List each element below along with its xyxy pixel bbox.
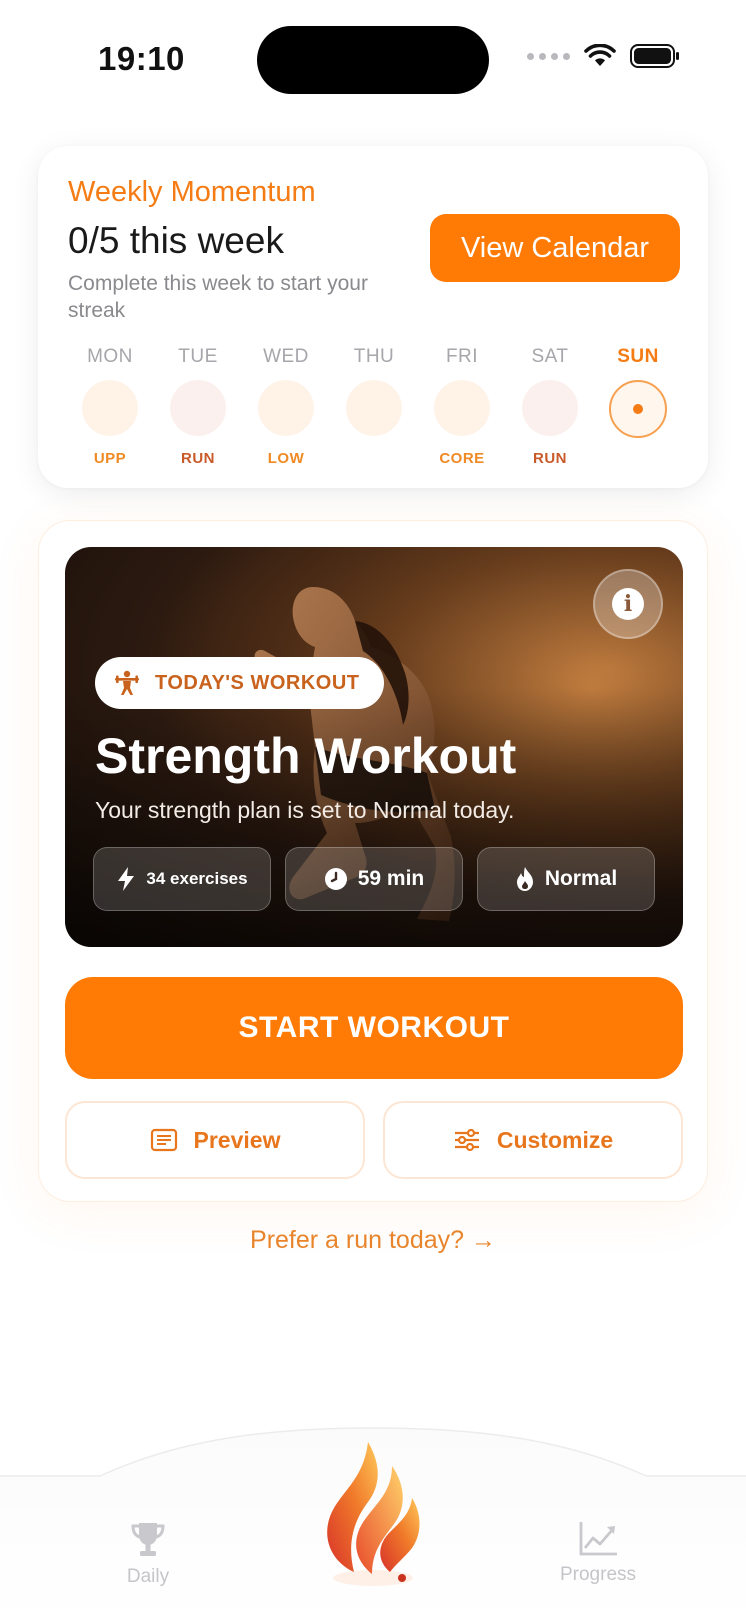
status-icons (527, 44, 680, 68)
weightlifter-icon (115, 670, 139, 695)
day-circle (170, 380, 226, 436)
day-name: THU (353, 346, 395, 367)
flame-icon (516, 867, 533, 891)
day-thu[interactable]: THU (332, 346, 416, 472)
tab-progress-label: Progress (559, 1564, 637, 1585)
day-tag: RUN (181, 450, 215, 467)
weekly-momentum-card: Weekly Momentum 0/5 this week Complete t… (38, 146, 708, 488)
day-name: TUE (178, 346, 218, 367)
workout-info-button[interactable]: i (593, 569, 663, 639)
status-time: 19:10 (98, 40, 185, 77)
view-calendar-button[interactable]: View Calendar (430, 214, 680, 282)
todays-workout-badge: TODAY'S WORKOUT (95, 657, 384, 709)
stat-intensity: Normal (477, 847, 655, 911)
day-circle (346, 380, 402, 436)
stat-intensity-label: Normal (544, 867, 618, 890)
weekly-title: Weekly Momentum (68, 176, 316, 208)
week-days-row: MON UPP TUE RUN WED LOW THU FRI CORE SAT (68, 346, 680, 472)
day-name: MON (87, 346, 133, 367)
todays-workout-card: i TODAY'S WORKOUT Strength Workout Your … (38, 520, 708, 1202)
start-workout-button[interactable]: START WORKOUT (65, 977, 683, 1079)
day-name-today: SUN (617, 346, 659, 367)
day-circle (258, 380, 314, 436)
day-fri[interactable]: FRI CORE (420, 346, 504, 472)
customize-button[interactable]: Customize (383, 1101, 683, 1179)
weekly-count: 0/5 this week (68, 220, 284, 261)
status-bar: 19:10 (0, 0, 746, 120)
day-sun[interactable]: SUN (596, 346, 680, 472)
customize-label: Customize (496, 1126, 614, 1153)
lightning-icon (118, 867, 135, 891)
tab-daily-label: Daily (126, 1566, 170, 1587)
info-icon: i (612, 588, 644, 620)
day-circle (434, 380, 490, 436)
stat-duration-label: 59 min (357, 867, 425, 890)
trophy-icon (131, 1523, 165, 1556)
preview-button[interactable]: Preview (65, 1101, 365, 1179)
prefer-run-link[interactable]: Prefer a run today? → (0, 1226, 746, 1255)
day-tag: CORE (439, 450, 485, 467)
app-flame-logo[interactable] (306, 1440, 440, 1590)
day-sat[interactable]: SAT RUN (508, 346, 592, 472)
list-icon (150, 1128, 177, 1152)
day-name: WED (263, 346, 309, 367)
day-circle (522, 380, 578, 436)
workout-hero[interactable]: i TODAY'S WORKOUT Strength Workout Your … (65, 547, 683, 947)
wifi-icon (584, 44, 616, 66)
battery-icon (630, 44, 679, 68)
workout-title: Strength Workout (95, 728, 517, 784)
tab-bar: Daily Progress (0, 1420, 746, 1622)
day-tag: RUN (533, 450, 567, 467)
day-mon[interactable]: MON UPP (68, 346, 152, 472)
day-tue[interactable]: TUE RUN (156, 346, 240, 472)
clock-icon (324, 868, 347, 890)
tab-daily[interactable]: Daily (100, 1520, 196, 1588)
chart-icon (579, 1522, 617, 1556)
stat-duration: 59 min (285, 847, 463, 911)
signal-icon (527, 52, 570, 60)
day-name: FRI (445, 346, 479, 367)
secondary-actions: Preview Customize (65, 1101, 683, 1179)
today-indicator (609, 380, 667, 438)
day-wed[interactable]: WED LOW (244, 346, 328, 472)
workout-subtitle: Your strength plan is set to Normal toda… (95, 797, 515, 823)
tab-progress[interactable]: Progress (548, 1520, 648, 1586)
day-name: SAT (531, 346, 569, 367)
day-tag: UPP (93, 450, 127, 467)
sliders-icon (454, 1128, 479, 1152)
stat-exercises-label: 34 exercises (146, 869, 248, 888)
weekly-subtitle: Complete this week to start your streak (68, 272, 368, 322)
dynamic-island (257, 26, 489, 94)
workout-stats: 34 exercises 59 min Normal (93, 847, 655, 911)
stat-exercises: 34 exercises (93, 847, 271, 911)
badge-label: TODAY'S WORKOUT (155, 671, 360, 694)
day-circle (82, 380, 138, 436)
preview-label: Preview (193, 1126, 281, 1153)
day-tag: LOW (267, 450, 305, 467)
